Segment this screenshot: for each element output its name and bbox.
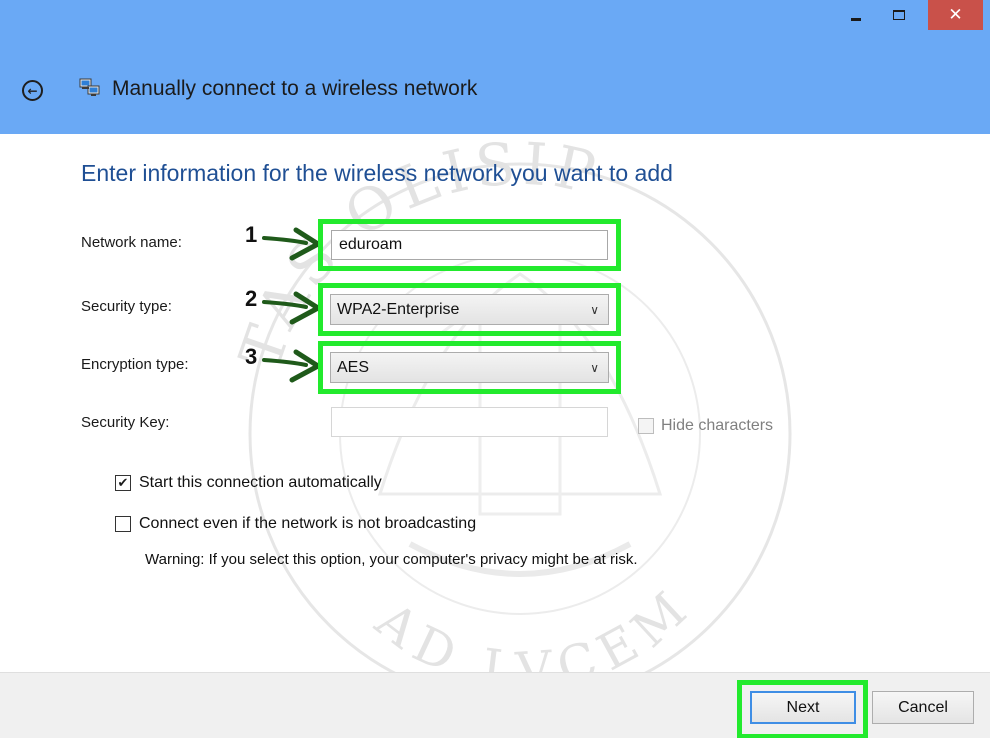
minimize-icon: [851, 17, 861, 21]
maximize-button[interactable]: [884, 0, 914, 30]
wizard-content: TAS OLISIP AD LVCEM Enter information fo…: [0, 134, 990, 706]
not-broadcasting-label: Connect even if the network is not broad…: [139, 515, 477, 532]
auto-start-checkbox[interactable]: ✔: [115, 475, 131, 491]
security-type-label: Security type:: [81, 298, 172, 315]
cancel-button[interactable]: Cancel: [872, 691, 974, 724]
network-connection-icon: [79, 78, 100, 96]
close-icon: ✕: [948, 5, 963, 25]
close-button[interactable]: ✕: [928, 0, 983, 30]
wizard-title: Manually connect to a wireless network: [112, 77, 478, 100]
step-2-arrow-icon: [262, 291, 321, 325]
minimize-button[interactable]: [839, 0, 873, 30]
hide-characters-label: Hide characters: [661, 417, 774, 434]
chevron-down-icon: ∨: [590, 360, 599, 375]
maximize-icon: [893, 10, 905, 20]
security-key-label: Security Key:: [81, 414, 170, 431]
auto-start-label: Start this connection automatically: [139, 474, 382, 491]
title-bar: ✕: [0, 0, 990, 49]
security-key-input[interactable]: [331, 407, 608, 437]
step-number-1: 1: [245, 222, 258, 247]
page-heading: Enter information for the wireless netwo…: [81, 160, 673, 186]
network-name-input[interactable]: eduroam: [331, 230, 608, 260]
back-arrow-icon[interactable]: ←: [22, 80, 43, 101]
chevron-down-icon: ∨: [590, 302, 599, 317]
security-type-select[interactable]: WPA2-Enterprise ∨: [330, 294, 609, 325]
encryption-type-select[interactable]: AES ∨: [330, 352, 609, 383]
wizard-footer: Next Cancel: [0, 672, 990, 738]
step-number-3: 3: [245, 344, 258, 369]
step-3-arrow-icon: [262, 349, 321, 383]
privacy-warning-text: Warning: If you select this option, your…: [145, 551, 638, 568]
step-1-arrow-icon: [262, 227, 321, 261]
wizard-header: ← Manually connect to a wireless network: [0, 49, 990, 134]
step-number-2: 2: [245, 286, 258, 311]
not-broadcasting-checkbox[interactable]: [115, 516, 131, 532]
network-name-label: Network name:: [81, 234, 182, 251]
next-button[interactable]: Next: [750, 691, 856, 724]
hide-characters-checkbox[interactable]: [638, 418, 654, 434]
encryption-type-label: Encryption type:: [81, 356, 189, 373]
encryption-type-value: AES: [337, 358, 370, 376]
security-type-value: WPA2-Enterprise: [337, 300, 460, 318]
